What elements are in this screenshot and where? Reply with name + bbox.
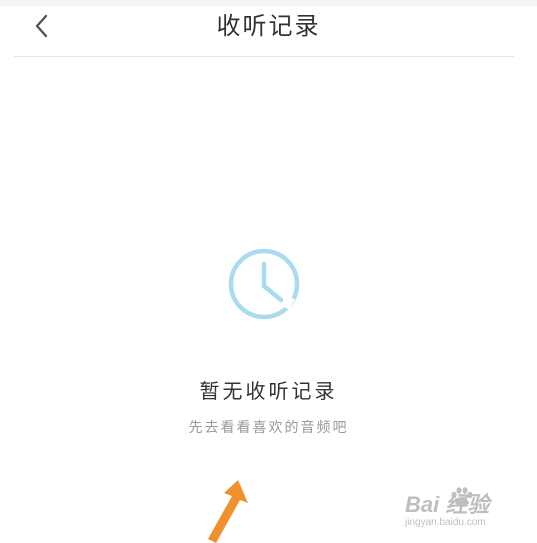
baidu-jingyan-watermark: Bai 经验 jingyan.baidu.com [405, 485, 513, 533]
watermark-url: jingyan.baidu.com [405, 517, 486, 528]
paw-icon [451, 487, 473, 507]
header-bar: 收听记录 [0, 0, 537, 56]
empty-state-subtitle: 先去看看喜欢的音频吧 [188, 420, 349, 436]
page-title: 收听记录 [216, 12, 321, 40]
orange-arrow-icon [208, 480, 248, 543]
empty-state-title: 暂无收听记录 [199, 379, 338, 403]
watermark-brand: Bai 经验 [405, 492, 490, 517]
header-divider [14, 56, 514, 57]
clock-icon [228, 248, 300, 320]
